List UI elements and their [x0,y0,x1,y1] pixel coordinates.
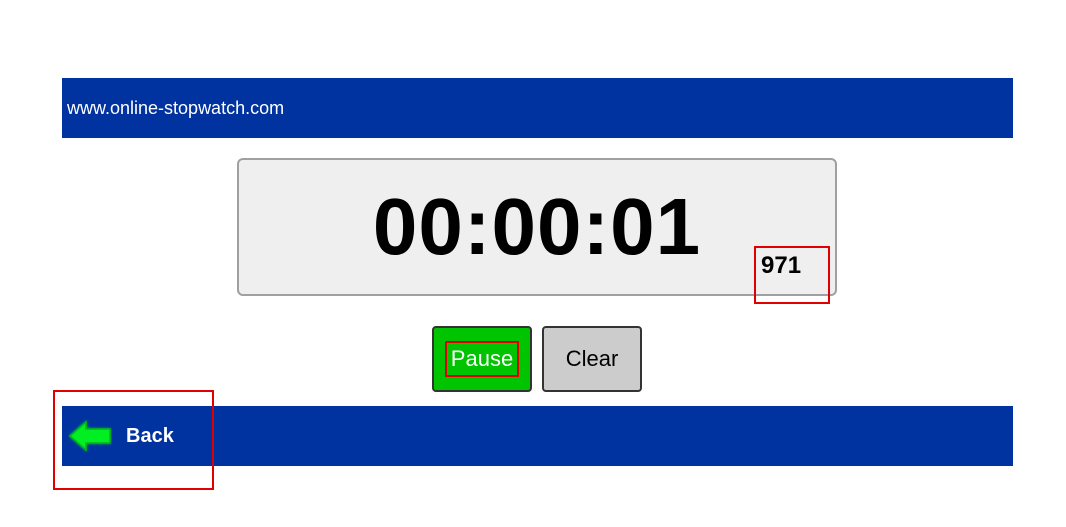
arrow-left-icon [68,420,111,452]
pause-button[interactable]: Pause [432,326,532,392]
pause-button-label: Pause [444,341,520,377]
site-link[interactable]: www.online-stopwatch.com [67,98,284,119]
header-bar: www.online-stopwatch.com [62,78,1013,138]
clear-button[interactable]: Clear [542,326,642,392]
back-label: Back [126,424,174,447]
footer-bar: Back [62,406,1013,466]
timer-time: 00:00:01 [372,182,702,271]
stopwatch-display: 00:00:01 971 [237,158,837,296]
timer-milliseconds: 971 [761,252,802,279]
back-button[interactable]: Back [68,418,174,454]
